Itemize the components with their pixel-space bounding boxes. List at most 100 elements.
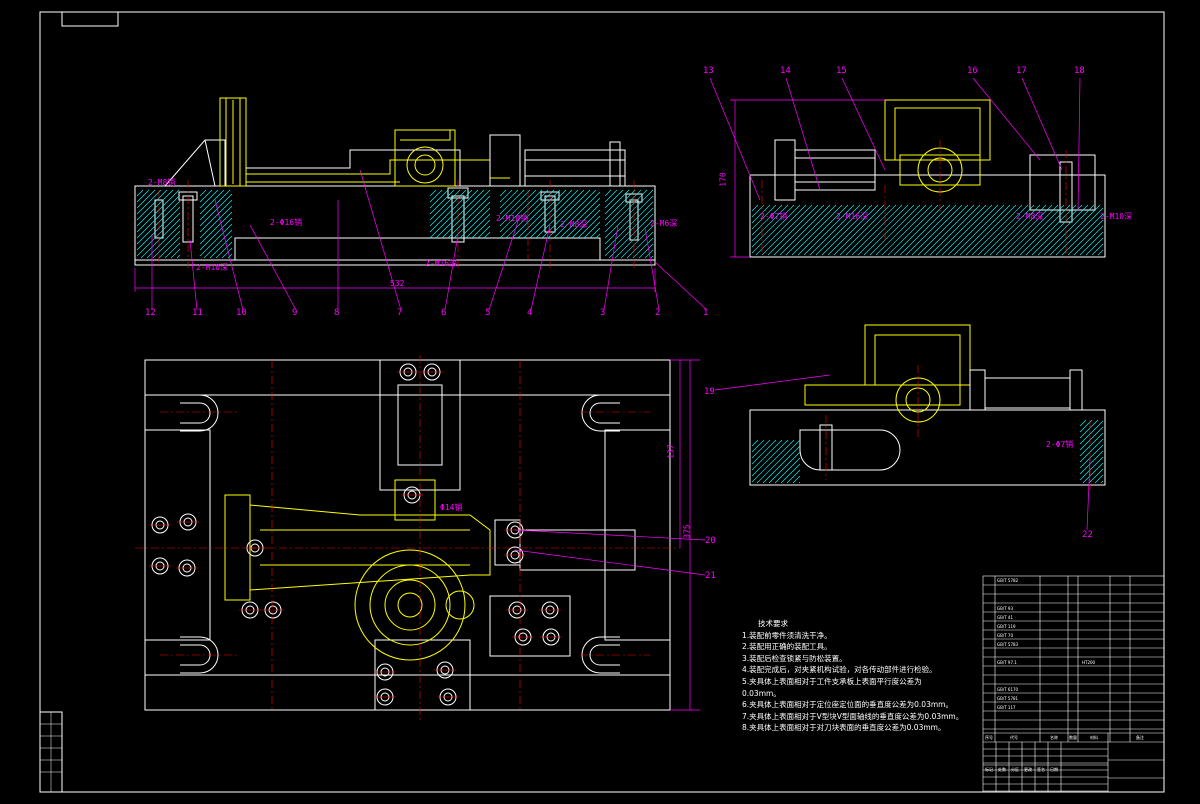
- hatch-line: [429, 189, 461, 221]
- top-left-code-box: [61, 11, 119, 27]
- hatch-line: [893, 204, 945, 256]
- plan-view: [135, 355, 700, 720]
- hatch-line: [905, 204, 957, 256]
- tb-header-seq: 序号: [985, 735, 993, 740]
- hatch-line: [499, 189, 543, 233]
- tech-req-item: 7.夹具体上表面相对于V型块V型面轴线的垂直度公差为0.03mm。: [742, 711, 964, 721]
- hatch-line: [1079, 231, 1104, 256]
- hatch-line: [768, 451, 801, 484]
- hatch-line: [447, 195, 491, 239]
- hatch-line: [1079, 419, 1087, 427]
- hatch-line: [947, 204, 999, 256]
- bom-material: HT200: [1082, 660, 1096, 665]
- bom-code: GB/T 97.1: [997, 660, 1017, 665]
- callout-front-left: 2-M8销: [148, 178, 176, 187]
- hatch-line: [751, 439, 759, 447]
- hatch-line: [221, 247, 233, 259]
- tech-req-item: 6.夹具体上表面相对于定位座定位面的垂直度公差为0.03mm。: [742, 700, 953, 710]
- hatch-line: [650, 255, 654, 259]
- hatch-line: [595, 233, 601, 239]
- part-number-6: 6: [441, 308, 447, 318]
- hatch-line: [881, 204, 933, 256]
- hatch-line: [136, 189, 144, 197]
- hatch-line: [199, 189, 231, 221]
- tb-change-label: 分区: [1011, 767, 1019, 772]
- tech-req-item: 1.装配前零件须清洗干净。: [742, 630, 832, 640]
- callout-front-mid-left: 2-Φ16销: [270, 218, 303, 227]
- hatch-line: [441, 189, 491, 239]
- bom-code: GB/T 5782: [997, 578, 1019, 583]
- hatch-line: [553, 191, 601, 239]
- part-number-4: 4: [527, 308, 533, 318]
- part-number-17: 17: [1016, 66, 1027, 76]
- hatch-line: [199, 223, 233, 257]
- callout-side-right: 2-M8深: [1016, 212, 1044, 221]
- hatch-line: [535, 189, 585, 239]
- tb-change-label: 标记: [985, 767, 993, 772]
- hatch-line: [164, 242, 181, 259]
- part-number-1: 1: [703, 308, 709, 318]
- hatch-line: [199, 217, 233, 251]
- technical-requirements-heading: 技术要求: [758, 619, 788, 628]
- hatch-line: [199, 189, 213, 203]
- hatch-line: [1055, 207, 1104, 256]
- hatch-line: [638, 243, 654, 259]
- hatch-line: [1079, 444, 1104, 469]
- tech-req-item: 3.装配后检查锁紧与防松装置。: [742, 653, 847, 663]
- hatch-line: [199, 193, 233, 227]
- hatch-line: [935, 204, 987, 256]
- hatch-line: [798, 481, 801, 484]
- hatch-line: [780, 463, 801, 484]
- hatch-line: [1079, 426, 1104, 451]
- hatch-line: [604, 189, 630, 215]
- part-number-5: 5: [485, 308, 491, 318]
- hatch-line: [899, 204, 951, 256]
- hatch-line: [863, 204, 915, 256]
- hatch-line: [959, 204, 1011, 256]
- hatch-line: [136, 189, 162, 215]
- callout-front-lower-left: 2-M10深: [196, 263, 229, 272]
- hatch-line: [152, 230, 181, 259]
- hatch-line: [751, 439, 777, 465]
- hatch-line: [429, 189, 479, 239]
- hatch-line: [1043, 204, 1095, 256]
- part-number-12: 12: [145, 308, 156, 318]
- callout-front-mid-right1: 2-M10销: [496, 214, 529, 223]
- part-number-15: 15: [836, 66, 847, 76]
- hatch-line: [1079, 420, 1104, 445]
- drawing-sheet: 12 11 10 9 8 7 6 5 4 3 2 1 13 14 15 16 1…: [0, 0, 1200, 800]
- hatch-line: [604, 201, 654, 251]
- part-number-19: 19: [704, 387, 715, 397]
- part-number-21: 21: [705, 571, 716, 581]
- bom-code: GB/T 5783: [997, 642, 1019, 647]
- callout-plan-pin: Φ14销: [440, 503, 463, 512]
- side-view: [730, 99, 1106, 262]
- bom-code: GB/T 93: [997, 606, 1013, 611]
- callout-end-view: 2-Φ7销: [1046, 440, 1074, 449]
- bom-code: GB/T 6170: [997, 687, 1019, 692]
- hatch-line: [620, 225, 654, 259]
- hatch-line: [1079, 432, 1104, 457]
- hatch-line: [429, 189, 473, 233]
- hatch-line: [136, 189, 150, 203]
- hatch-line: [929, 204, 981, 256]
- tb-change-label: 日期: [1050, 767, 1058, 772]
- leader-lines: [151, 77, 1091, 576]
- tb-header-remark: 备注: [1136, 735, 1144, 740]
- bom-code: GB/T 117: [997, 705, 1016, 710]
- hatch-line: [529, 189, 579, 239]
- callout-front-mid: 2-M16深: [425, 259, 458, 268]
- cad-drawing-canvas: [39, 11, 1165, 793]
- bom-code: GB/T 119: [997, 624, 1016, 629]
- tech-req-item: 5.夹具体上表面相对于工件支承板上表面平行度公差为: [742, 676, 922, 686]
- hatch-line: [199, 211, 233, 245]
- hatch-line: [791, 204, 843, 256]
- tb-header-material: 材料: [1090, 735, 1098, 740]
- dimension-plan-height-b: 375: [682, 524, 692, 539]
- tech-req-item: 2.装配用正确的装配工具。: [742, 642, 832, 652]
- hatch-line: [499, 189, 507, 197]
- left-strip-grid: [40, 712, 62, 792]
- part-number-14: 14: [780, 66, 791, 76]
- hatch-line: [199, 189, 207, 197]
- hatch-line: [559, 197, 601, 239]
